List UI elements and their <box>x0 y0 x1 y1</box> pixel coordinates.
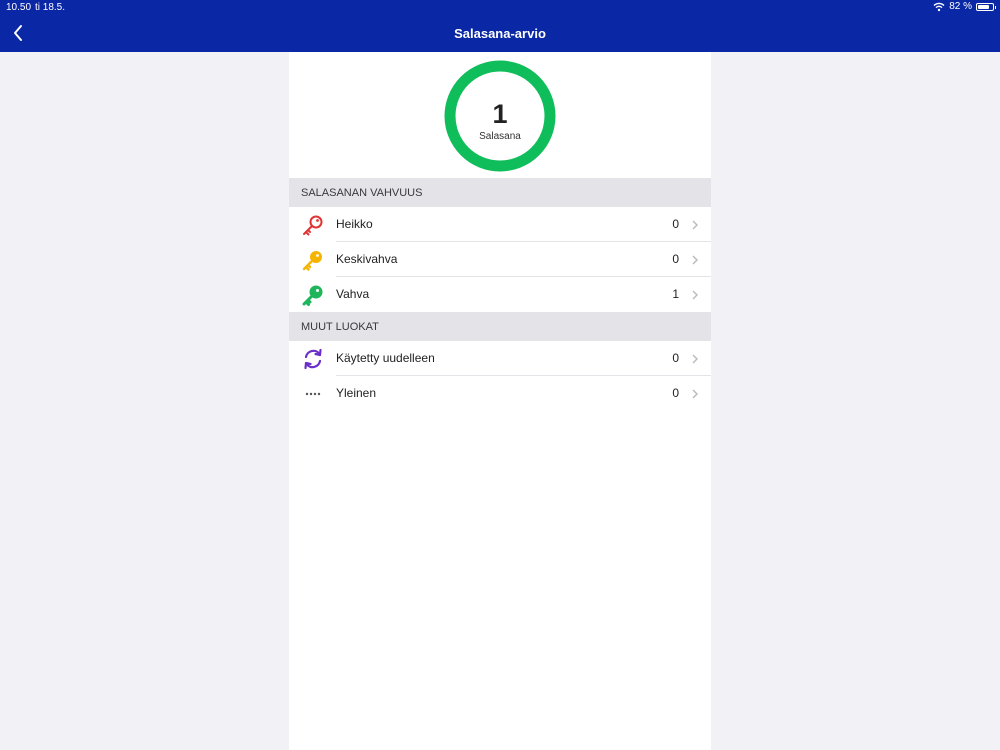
password-count-label: Salasana <box>479 131 521 142</box>
nav-bar: Salasana-arvio <box>0 14 1000 52</box>
list-item-reused[interactable]: Käytetty uudelleen 0 <box>289 341 711 376</box>
list-item-label: Heikko <box>336 217 373 231</box>
key-yellow-icon <box>302 251 322 271</box>
list-item-count: 1 <box>672 287 679 301</box>
status-date: ti 18.5. <box>35 2 66 13</box>
list-item-count: 0 <box>672 351 679 365</box>
main-panel: 1 Salasana SALASANAN VAHVUUS Heikko 0 Ke… <box>289 52 711 750</box>
list-item-count: 0 <box>672 386 679 400</box>
list-item-strong[interactable]: Vahva 1 <box>289 277 711 312</box>
list-item-label: Käytetty uudelleen <box>336 351 435 365</box>
list-item-label: Vahva <box>336 287 370 301</box>
wifi-icon <box>933 2 945 11</box>
section-header-strength: SALASANAN VAHVUUS <box>289 178 711 207</box>
chevron-right-icon <box>692 255 698 265</box>
chevron-right-icon <box>692 220 698 230</box>
status-bar: 10.50 ti 18.5. 82 % <box>0 0 1000 14</box>
list-item-common[interactable]: Yleinen 0 <box>289 376 711 411</box>
list-item-weak[interactable]: Heikko 0 <box>289 207 711 242</box>
list-item-count: 0 <box>672 217 679 231</box>
refresh-purple-icon <box>304 348 322 370</box>
status-right: 82 % <box>933 1 996 12</box>
list-item-medium[interactable]: Keskivahva 0 <box>289 242 711 277</box>
dots-icon <box>305 392 321 396</box>
battery-level <box>978 4 990 9</box>
battery-icon <box>976 2 996 11</box>
key-green-icon <box>302 285 323 306</box>
list-item-label: Keskivahva <box>336 252 398 266</box>
password-count: 1 <box>492 99 508 129</box>
chevron-right-icon <box>692 354 698 364</box>
chevron-right-icon <box>692 389 698 399</box>
section-header-other: MUUT LUOKAT <box>289 312 711 341</box>
list-item-label: Yleinen <box>336 386 377 400</box>
status-time: 10.50 <box>6 2 32 13</box>
key-red-icon <box>303 215 323 236</box>
password-count-ring: 1 Salasana <box>443 59 557 173</box>
battery-percent: 82 % <box>949 1 972 12</box>
list-item-count: 0 <box>672 252 679 266</box>
chevron-right-icon <box>692 290 698 300</box>
page-title: Salasana-arvio <box>454 26 546 41</box>
